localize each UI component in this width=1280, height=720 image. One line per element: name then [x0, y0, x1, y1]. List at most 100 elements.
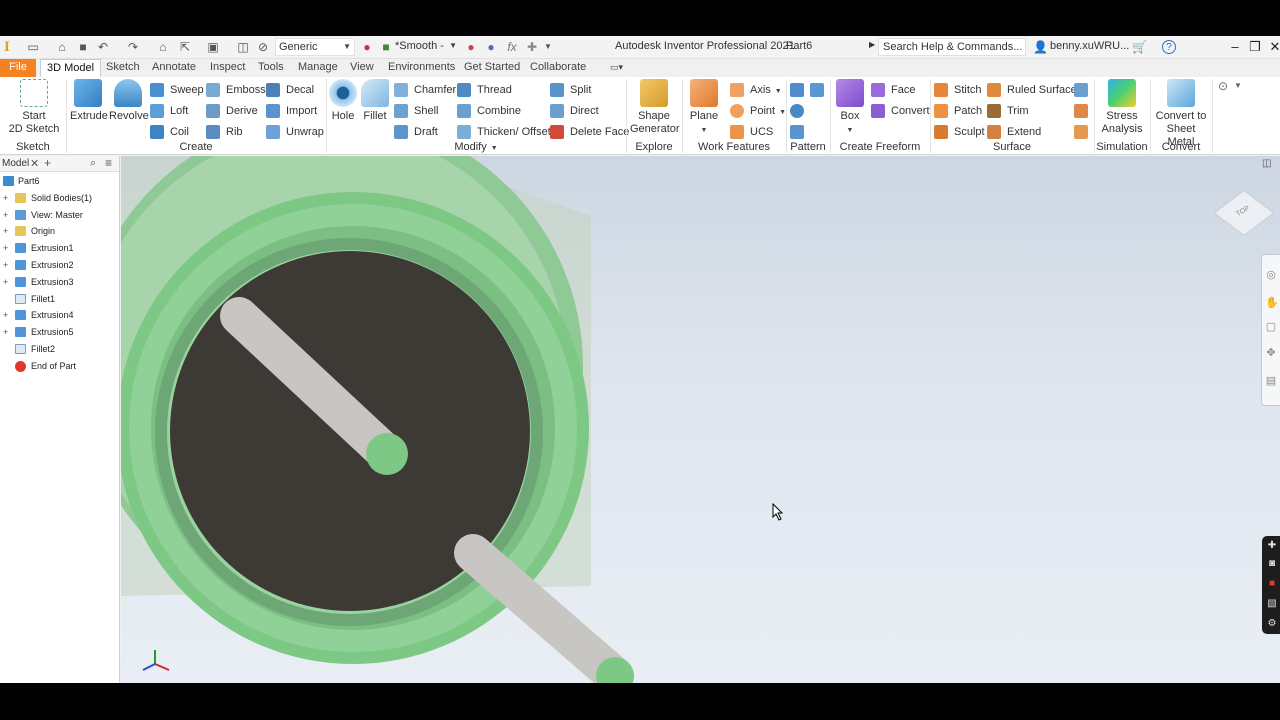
circular-pattern-button[interactable]: [790, 102, 804, 120]
sweep-button[interactable]: Sweep: [150, 81, 204, 99]
delete-face-button[interactable]: Delete Face: [550, 123, 629, 141]
chamfer-button[interactable]: Chamfer: [394, 81, 456, 99]
tree-item[interactable]: + Solid Bodies(1): [0, 190, 118, 206]
camera-icon[interactable]: ◙: [1266, 558, 1278, 570]
restore-button[interactable]: ❐: [1246, 38, 1264, 56]
update-icon[interactable]: ▣: [206, 40, 220, 54]
add-browser-tab-icon[interactable]: +: [44, 156, 51, 170]
tree-item[interactable]: Fillet1: [0, 291, 118, 307]
expand-icon[interactable]: +: [3, 274, 11, 290]
box-button[interactable]: Box ▼: [834, 79, 866, 137]
combine-button[interactable]: Combine: [457, 102, 521, 120]
shell-button[interactable]: Shell: [394, 102, 438, 120]
panel-create-label[interactable]: Create: [66, 141, 326, 155]
convert-to-sheet-metal-button[interactable]: Convert to Sheet Metal: [1152, 79, 1210, 149]
tree-item[interactable]: + Extrusion4: [0, 307, 118, 323]
save-icon[interactable]: ■: [76, 40, 90, 54]
panel-toggle-icon[interactable]: ◫: [1262, 158, 1271, 169]
tab-file[interactable]: File: [0, 59, 36, 77]
panel-modify-label[interactable]: Modify ▼: [326, 141, 626, 155]
tree-item[interactable]: + Extrusion3: [0, 274, 118, 290]
hole-button[interactable]: Hole: [329, 79, 357, 123]
point-button[interactable]: Point ▼: [730, 102, 786, 120]
clear-appearance-icon[interactable]: ⊘: [256, 40, 270, 54]
pan-icon[interactable]: ✋: [1265, 297, 1279, 309]
tree-item[interactable]: + Origin: [0, 223, 118, 239]
tree-item[interactable]: Fillet2: [0, 341, 118, 357]
panel-pattern-label[interactable]: Pattern: [786, 141, 830, 155]
tab-tools[interactable]: Tools: [252, 59, 290, 77]
thread-button[interactable]: Thread: [457, 81, 512, 99]
unwrap-button[interactable]: Unwrap: [266, 123, 324, 141]
panel-sketch-label[interactable]: Sketch: [0, 141, 66, 155]
inventor-logo-icon[interactable]: I: [4, 39, 16, 55]
sketch-pattern-button[interactable]: [790, 123, 804, 141]
user-icon[interactable]: 👤: [1033, 40, 1048, 54]
orbit-icon[interactable]: ✥: [1265, 347, 1277, 359]
start-2d-sketch-button[interactable]: Start 2D Sketch: [8, 79, 60, 136]
tab-annotate[interactable]: Annotate: [146, 59, 202, 77]
zoom-icon[interactable]: ▢: [1265, 321, 1277, 333]
panel-simulation-label[interactable]: Simulation: [1094, 141, 1150, 155]
look-at-icon[interactable]: ▤: [1265, 375, 1277, 387]
menu-icon[interactable]: ≡: [105, 156, 112, 170]
panel-surface-label[interactable]: Surface: [930, 141, 1094, 155]
extrude-button[interactable]: Extrude: [70, 79, 108, 123]
tab-environments[interactable]: Environments: [382, 59, 461, 77]
search-help-input[interactable]: Search Help & Commands...: [878, 38, 1026, 56]
expand-icon[interactable]: +: [3, 307, 11, 323]
browser-tab-model[interactable]: Model: [2, 158, 29, 169]
adjust-icon[interactable]: ●: [464, 40, 478, 54]
thicken-offset-button[interactable]: Thicken/ Offset: [457, 123, 551, 141]
panel-convert-label[interactable]: Convert: [1150, 141, 1212, 155]
ribbon-options-icon[interactable]: ⊙: [1216, 79, 1230, 93]
search-arrow-icon[interactable]: ▶: [869, 40, 875, 49]
redo-icon[interactable]: ↷: [126, 40, 140, 54]
appearance-select[interactable]: Generic ▼: [275, 38, 355, 56]
revolve-button[interactable]: Revolve: [109, 79, 149, 123]
plane-button[interactable]: Plane ▼: [688, 79, 720, 137]
new-file-icon[interactable]: ▭: [26, 40, 40, 54]
derive-button[interactable]: Derive: [206, 102, 258, 120]
fillet-button[interactable]: Fillet: [361, 79, 389, 123]
stitch-button[interactable]: Stitch: [934, 81, 982, 99]
rib-button[interactable]: Rib: [206, 123, 243, 141]
tree-item[interactable]: + Extrusion5: [0, 324, 118, 340]
tab-inspect[interactable]: Inspect: [204, 59, 251, 77]
expand-icon[interactable]: +: [3, 240, 11, 256]
material-icon[interactable]: ●: [484, 40, 498, 54]
decal-button[interactable]: Decal: [266, 81, 314, 99]
expand-icon[interactable]: +: [3, 190, 11, 206]
chevron-down-icon[interactable]: ▼: [1231, 79, 1245, 93]
expand-icon[interactable]: +: [3, 257, 11, 273]
tab-view[interactable]: View: [344, 59, 380, 77]
patch-button[interactable]: Patch: [934, 102, 982, 120]
record-icon[interactable]: ■: [1266, 578, 1278, 590]
settings-gear-icon[interactable]: ⚙: [1266, 618, 1278, 630]
repair-bodies-button[interactable]: [1074, 81, 1088, 99]
minimize-button[interactable]: –: [1226, 38, 1244, 56]
panel-explore-label[interactable]: Explore: [626, 141, 682, 155]
ruled-surface-button[interactable]: Ruled Surface: [987, 81, 1077, 99]
tab-get-started[interactable]: Get Started: [458, 59, 526, 77]
visual-style-select[interactable]: *Smooth - ▼: [392, 38, 460, 56]
add-icon[interactable]: ✚: [525, 40, 539, 54]
tab-manage[interactable]: Manage: [292, 59, 344, 77]
user-account[interactable]: benny.xuWRU...: [1050, 40, 1129, 52]
visual-style-icon[interactable]: ■: [379, 40, 393, 54]
panel-work-features-label[interactable]: Work Features: [682, 141, 786, 155]
replace-face-button[interactable]: [1074, 123, 1088, 141]
cart-icon[interactable]: 🛒: [1132, 40, 1147, 54]
face-button[interactable]: Face: [871, 81, 915, 99]
tree-item[interactable]: End of Part: [0, 358, 118, 374]
expand-icon[interactable]: ✚: [1266, 540, 1278, 552]
emboss-button[interactable]: Emboss: [206, 81, 266, 99]
undo-icon[interactable]: ↶: [96, 40, 110, 54]
shape-generator-button[interactable]: Shape Generator: [630, 79, 680, 136]
tab-sketch[interactable]: Sketch: [100, 59, 146, 77]
close-browser-tab-icon[interactable]: ✕: [30, 157, 39, 170]
measure-icon[interactable]: ◫: [236, 40, 250, 54]
import-button[interactable]: Import: [266, 102, 317, 120]
fit-mesh-face-button[interactable]: [1074, 102, 1088, 120]
draft-button[interactable]: Draft: [394, 123, 438, 141]
